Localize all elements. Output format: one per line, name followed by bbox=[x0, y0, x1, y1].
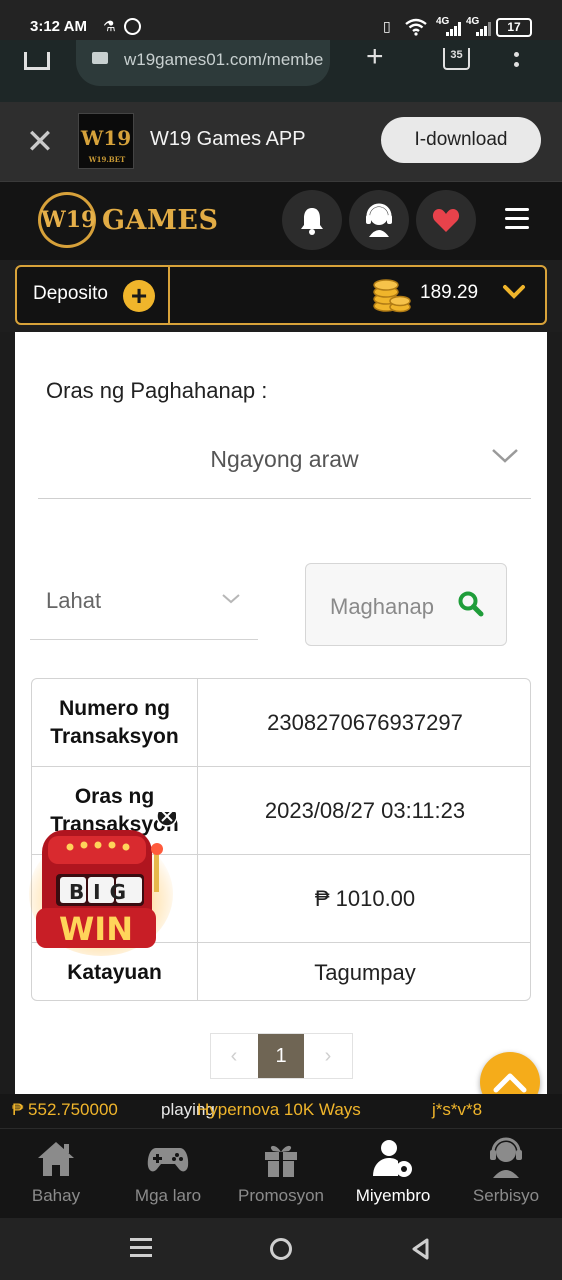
support-agent-icon bbox=[490, 1137, 522, 1178]
status-time: 3:12 AM bbox=[30, 18, 87, 35]
nav-label: Serbisyo bbox=[472, 1186, 540, 1205]
deposit-label: Deposito bbox=[33, 283, 108, 304]
url-bar[interactable]: w19games01.com/membe bbox=[76, 40, 330, 86]
brand-mark: W19 bbox=[38, 192, 96, 248]
notifications-button[interactable] bbox=[282, 190, 342, 250]
browser-menu-icon[interactable] bbox=[514, 46, 520, 70]
battery-icon: 17 bbox=[496, 18, 532, 37]
row-value: 2023/08/27 03:11:23 bbox=[264, 797, 466, 823]
app-logo-sub: W19.BET bbox=[88, 155, 126, 164]
new-tab-icon[interactable]: + bbox=[366, 42, 384, 72]
app-logo-text: W19 bbox=[80, 126, 132, 150]
menu-icon[interactable] bbox=[505, 208, 529, 230]
site-info-icon[interactable] bbox=[92, 52, 108, 64]
nav-label: Promosyon bbox=[238, 1186, 324, 1205]
url-text: w19games01.com/membe bbox=[124, 50, 324, 69]
ticker-game: Hypernova 10K Ways bbox=[197, 1100, 361, 1119]
flask-icon: ⚗ bbox=[103, 18, 116, 34]
tabs-counter-button[interactable]: 35 bbox=[443, 48, 470, 70]
plus-icon[interactable]: + bbox=[123, 280, 155, 312]
chevron-down-icon[interactable] bbox=[500, 278, 528, 306]
nav-item-service[interactable]: Serbisyo bbox=[450, 1132, 562, 1216]
wifi-icon bbox=[405, 18, 427, 36]
nav-item-member[interactable]: Miyembro bbox=[337, 1132, 449, 1216]
heart-icon bbox=[432, 209, 460, 232]
wallet-balance: 189.29 bbox=[420, 282, 479, 303]
ticker-user: j*s*v*8 bbox=[432, 1100, 483, 1119]
row-value: ₱ 1010.00 bbox=[314, 885, 416, 911]
nav-label: Miyembro bbox=[355, 1186, 431, 1205]
search-button-label: Maghanap bbox=[330, 594, 434, 619]
type-filter-value: Lahat bbox=[46, 588, 102, 613]
search-icon bbox=[458, 591, 484, 617]
brand-logo[interactable]: W19 GAMES bbox=[38, 192, 218, 248]
row-value: Tagumpay bbox=[314, 959, 416, 985]
table-row: Numero ng Transaksyon 2308270676937297 bbox=[32, 679, 530, 767]
brand-name: GAMES bbox=[102, 204, 219, 236]
period-chevron-down-icon bbox=[492, 449, 518, 463]
nav-label: Mga laro bbox=[134, 1186, 202, 1205]
home-system-icon[interactable] bbox=[270, 1238, 292, 1260]
search-time-label: Oras ng Paghahanap : bbox=[46, 378, 268, 403]
support-button[interactable] bbox=[349, 190, 409, 250]
big-win-line1: BIG bbox=[68, 880, 136, 904]
download-button[interactable]: I-download bbox=[381, 117, 541, 163]
close-promo-button[interactable] bbox=[156, 806, 178, 828]
app-name: W19 Games APP bbox=[150, 128, 306, 150]
tabs-count: 35 bbox=[450, 49, 463, 61]
next-page-button[interactable]: › bbox=[305, 1034, 351, 1078]
period-value: Ngayong araw bbox=[210, 446, 359, 472]
ticker-amount: ₱ 552.750000 bbox=[12, 1100, 118, 1119]
notification-app-icon bbox=[124, 18, 141, 35]
gift-icon bbox=[265, 1145, 297, 1177]
recent-apps-icon[interactable] bbox=[130, 1238, 152, 1258]
current-page[interactable]: 1 bbox=[258, 1034, 304, 1078]
big-win-promo[interactable]: BIG WIN bbox=[26, 805, 178, 962]
row-value: 2308270676937297 bbox=[267, 709, 463, 735]
signal-bars-icon bbox=[446, 22, 461, 36]
home-browser-icon[interactable] bbox=[24, 52, 50, 70]
big-win-line2: WIN bbox=[59, 910, 133, 948]
coins-icon bbox=[373, 279, 411, 313]
close-icon[interactable]: ✕ bbox=[22, 122, 58, 162]
support-agent-icon bbox=[366, 203, 392, 237]
battery-level: 17 bbox=[507, 20, 521, 34]
back-icon[interactable] bbox=[410, 1237, 430, 1261]
row-label: Numero ng Transaksyon bbox=[32, 679, 198, 766]
vibrate-icon: ▯ bbox=[383, 18, 391, 34]
nav-item-promotions[interactable]: Promosyon bbox=[225, 1132, 337, 1216]
app-logo: W19 W19.BET bbox=[78, 113, 134, 169]
chevron-up-icon bbox=[493, 1073, 527, 1093]
gamepad-icon bbox=[147, 1148, 189, 1172]
nav-item-games[interactable]: Mga laro bbox=[112, 1132, 224, 1216]
nav-item-home[interactable]: Bahay bbox=[0, 1132, 112, 1216]
nav-label: Bahay bbox=[31, 1186, 81, 1205]
member-settings-icon bbox=[373, 1140, 412, 1177]
home-icon bbox=[38, 1142, 74, 1176]
signal-bars-2-icon bbox=[476, 22, 491, 36]
bell-icon bbox=[301, 208, 323, 235]
favorites-button[interactable] bbox=[416, 190, 476, 250]
prev-page-button[interactable]: ‹ bbox=[211, 1034, 257, 1078]
filter-chevron-down-icon bbox=[222, 594, 240, 604]
